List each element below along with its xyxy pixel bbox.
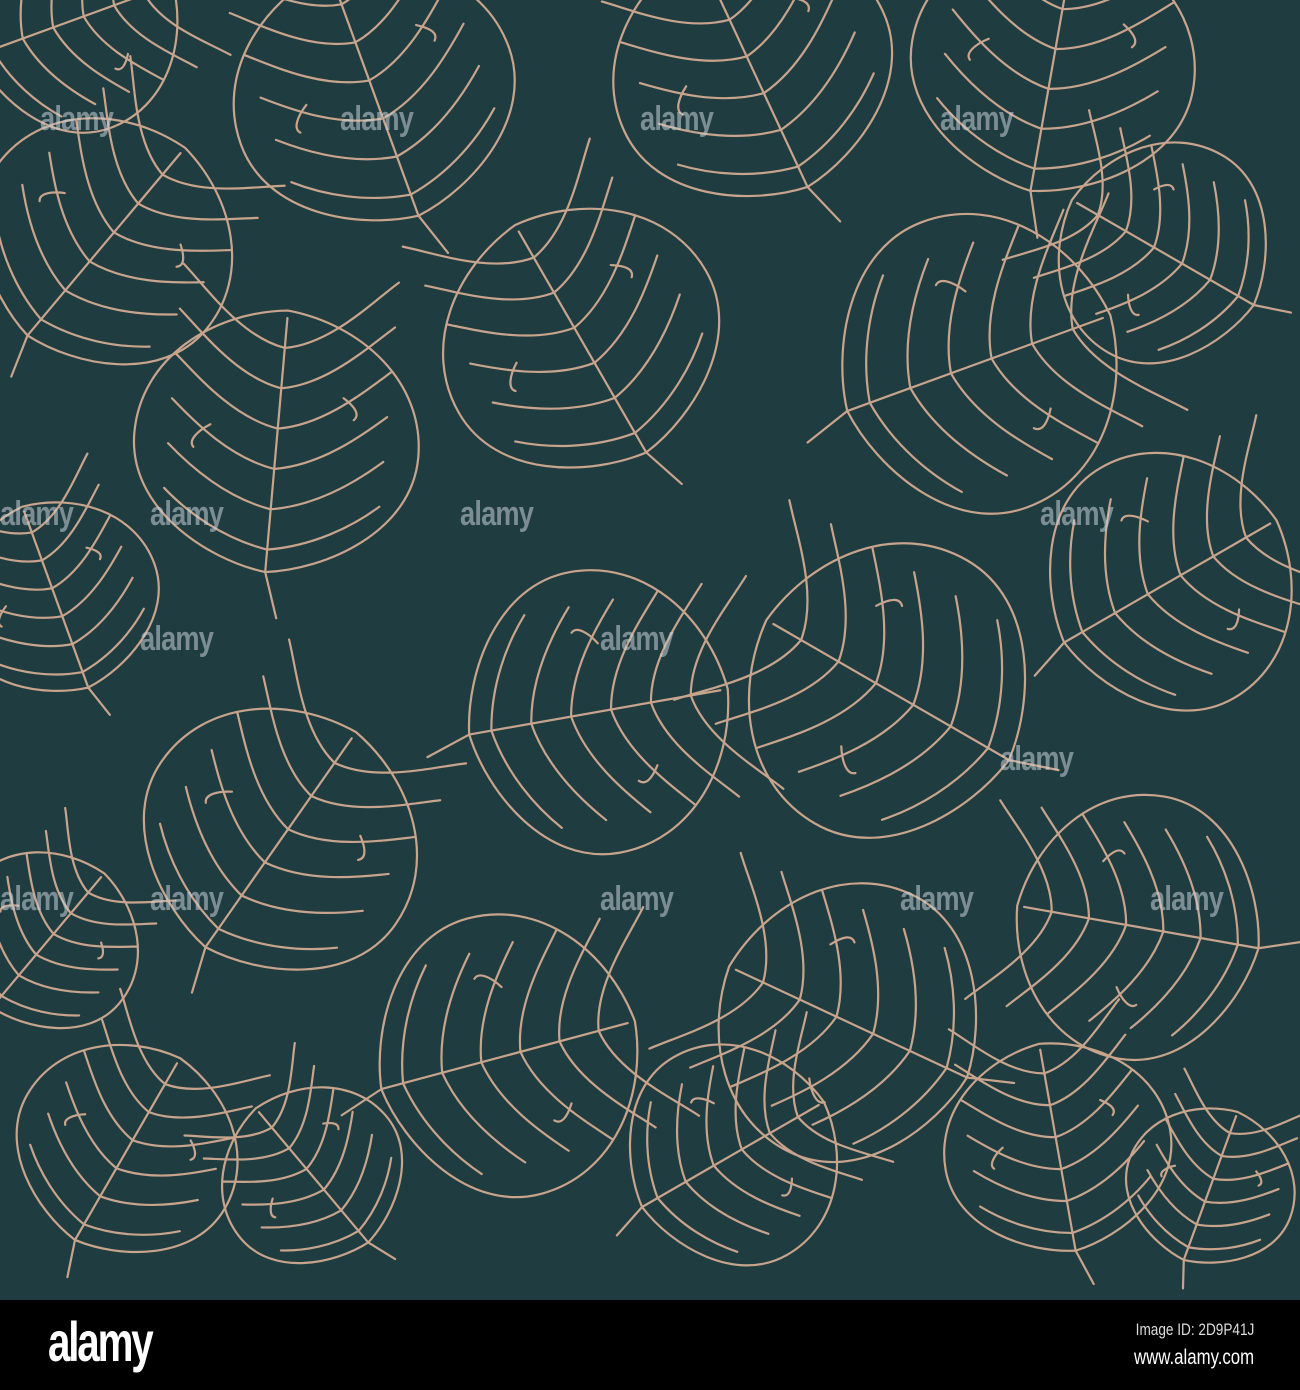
monstera-leaf (648, 851, 1016, 1164)
monstera-leaf (0, 0, 232, 134)
monstera-leaf (142, 638, 468, 994)
monstera-leaf (401, 137, 721, 486)
monstera-leaf (340, 906, 701, 1199)
monstera-leaf (1124, 1067, 1300, 1290)
monstera-leaf (964, 793, 1300, 1062)
footer-bar: alamy Image ID: 2D9P41J www.alamy.com (0, 1300, 1300, 1390)
monstera-leaf (806, 192, 1189, 515)
monstera-leaf (1033, 414, 1300, 712)
monstera-leaf (909, 0, 1196, 239)
monstera-leaves (0, 0, 1300, 1290)
alamy-logo: alamy (48, 1310, 154, 1373)
monstera-leaf (581, 0, 894, 223)
monstera-leaf (132, 262, 420, 620)
monstera-leaf (213, 0, 516, 254)
leaf-pattern-artwork: alamy alamy alamy alamy alamy alamy alamy alamy… (0, 0, 1300, 1300)
monstera-leaf (183, 1041, 403, 1265)
monstera-leaf (943, 998, 1173, 1286)
monstera-leaf (1001, 109, 1293, 365)
monstera-leaf (15, 987, 271, 1279)
monstera-leaf (673, 499, 1060, 839)
website-link: www.alamy.com (1133, 1346, 1254, 1369)
monstera-leaf (426, 569, 785, 856)
image-id-label: Image ID: 2D9P41J (1135, 1320, 1254, 1339)
